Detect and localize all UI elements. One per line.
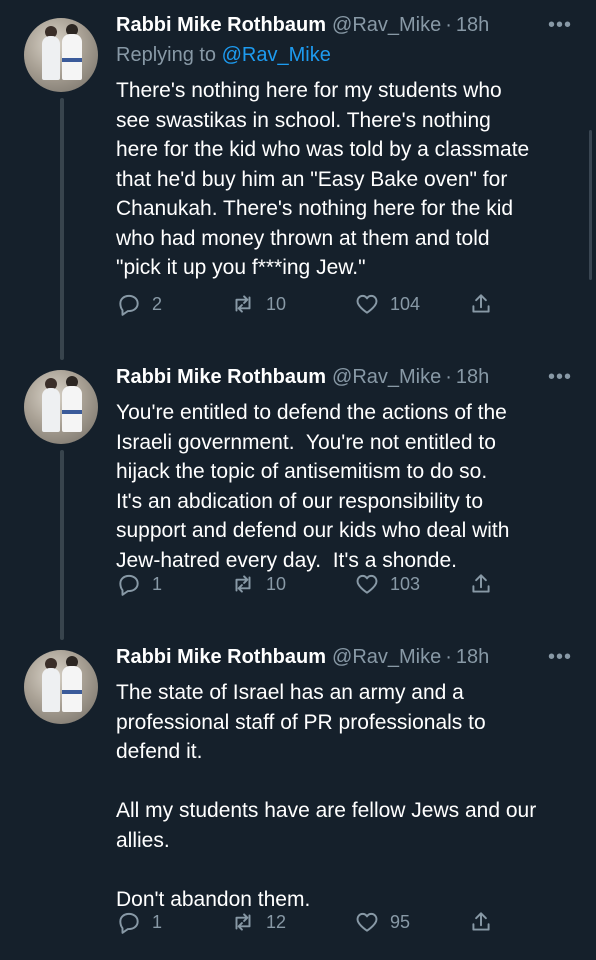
like-count: 103 [390, 573, 421, 594]
tweet-text: You're entitled to defend the actions of… [116, 401, 510, 572]
tweet-header: Rabbi Mike Rothbaum @Rav_Mike · 18h ••• [116, 366, 576, 396]
share-icon [472, 912, 490, 931]
more-icon[interactable]: ••• [548, 646, 572, 669]
tweet-content: Rabbi Mike Rothbaum @Rav_Mike · 18h ••• … [116, 14, 576, 283]
share-button[interactable] [468, 291, 504, 317]
timestamp[interactable]: 18h [456, 14, 489, 37]
reply-button[interactable]: 1 [116, 571, 162, 597]
reply-icon [119, 574, 139, 596]
like-count: 95 [390, 911, 411, 932]
scrollbar[interactable] [589, 130, 592, 280]
retweet-icon [235, 913, 251, 931]
reply-count: 1 [152, 911, 163, 932]
retweet-count: 10 [266, 573, 287, 594]
retweet-count: 10 [266, 293, 287, 314]
retweet-button[interactable]: 10 [230, 571, 286, 597]
reply-icon [119, 912, 139, 934]
more-icon[interactable]: ••• [548, 366, 572, 389]
tweet-header: Rabbi Mike Rothbaum @Rav_Mike · 18h ••• [116, 14, 576, 44]
tweet-content: Rabbi Mike Rothbaum @Rav_Mike · 18h ••• … [116, 646, 576, 914]
reply-count: 2 [152, 293, 163, 314]
retweet-count: 12 [266, 911, 287, 932]
author-name[interactable]: Rabbi Mike Rothbaum [116, 366, 326, 389]
thread-connector [60, 98, 64, 360]
reply-button[interactable]: 2 [116, 291, 162, 317]
share-icon [472, 574, 490, 593]
author-handle[interactable]: @Rav_Mike [332, 646, 441, 669]
share-icon [472, 294, 490, 313]
like-icon [356, 294, 378, 314]
share-button[interactable] [468, 909, 504, 935]
author-handle[interactable]: @Rav_Mike [332, 14, 441, 37]
separator-dot: · [445, 646, 452, 668]
thread-connector [60, 450, 64, 640]
more-icon[interactable]: ••• [548, 14, 572, 37]
separator-dot: · [445, 14, 452, 36]
author-handle[interactable]: @Rav_Mike [332, 366, 441, 389]
tweet-content: Rabbi Mike Rothbaum @Rav_Mike · 18h ••• … [116, 366, 576, 575]
tweet-text: There's nothing here for my students who… [116, 79, 530, 279]
timestamp[interactable]: 18h [456, 366, 489, 389]
separator-dot: · [445, 366, 452, 388]
retweet-button[interactable]: 12 [230, 909, 286, 935]
replying-to: Replying to @Rav_Mike [116, 44, 576, 74]
like-count: 104 [390, 293, 421, 314]
avatar[interactable] [24, 18, 98, 92]
like-icon [356, 912, 378, 932]
retweet-icon [235, 575, 251, 593]
reply-button[interactable]: 1 [116, 909, 162, 935]
tweet-thread: Rabbi Mike Rothbaum @Rav_Mike · 18h ••• … [0, 0, 596, 960]
tweet-header: Rabbi Mike Rothbaum @Rav_Mike · 18h ••• [116, 646, 576, 676]
timestamp[interactable]: 18h [456, 646, 489, 669]
replying-to-label: Replying to [116, 44, 217, 66]
avatar[interactable] [24, 650, 98, 724]
like-icon [356, 574, 378, 594]
replying-to-mention[interactable]: @Rav_Mike [222, 44, 331, 66]
author-name[interactable]: Rabbi Mike Rothbaum [116, 14, 326, 37]
avatar[interactable] [24, 370, 98, 444]
author-name[interactable]: Rabbi Mike Rothbaum [116, 646, 326, 669]
reply-count: 1 [152, 573, 163, 594]
retweet-button[interactable]: 10 [230, 291, 286, 317]
tweet-text: The state of Israel has an army and a pr… [116, 681, 537, 911]
share-button[interactable] [468, 571, 504, 597]
like-button[interactable]: 95 [354, 909, 410, 935]
like-button[interactable]: 104 [354, 291, 420, 317]
reply-icon [119, 294, 139, 316]
retweet-icon [235, 295, 251, 313]
like-button[interactable]: 103 [354, 571, 420, 597]
